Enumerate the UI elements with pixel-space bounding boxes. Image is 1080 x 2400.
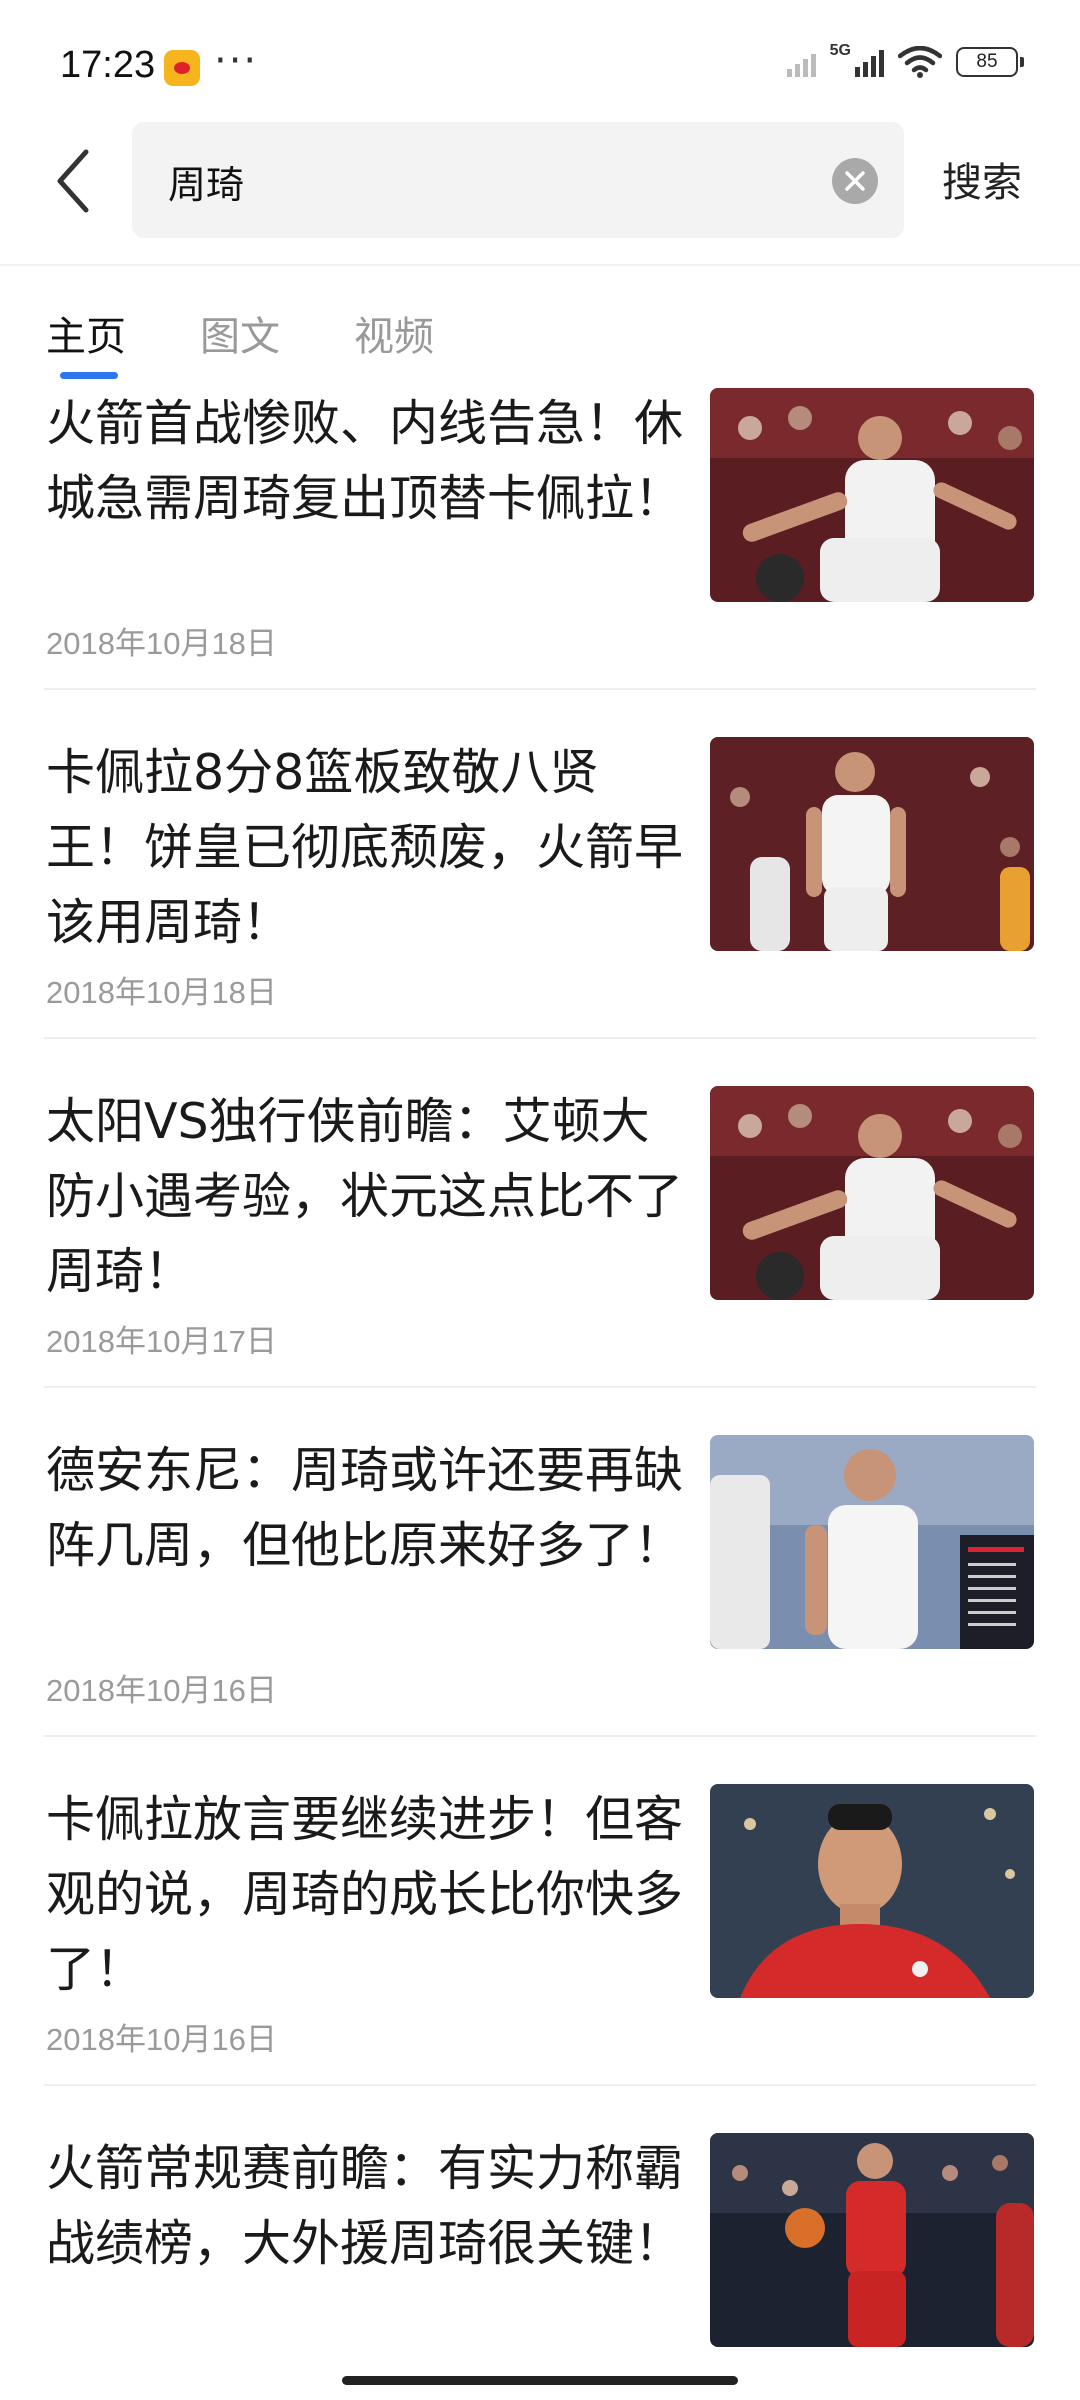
clear-icon [845, 171, 865, 191]
article-title: 德安东尼：周琦或许还要再缺阵几周，但他比原来好多了！ [46, 1442, 684, 1574]
back-arrow-icon [57, 149, 89, 213]
article-divider [44, 1735, 1036, 1737]
article-date: 2018年10月18日 [46, 975, 277, 1010]
article-divider [44, 1386, 1036, 1388]
article-item[interactable]: 火箭首战惨败、内线告急！休城急需周琦复出顶替卡佩拉！ 2018年10月18日 [0, 386, 1080, 736]
status-indicators: 5G 85 [786, 42, 1024, 78]
battery-level: 85 [976, 51, 998, 72]
article-thumbnail [710, 1086, 1034, 1300]
signal-icon [786, 47, 816, 77]
article-item[interactable]: 卡佩拉放言要继续进步！但客观的说，周琦的成长比你快多了！ 2018年10月16日 [0, 1782, 1080, 2132]
article-title: 卡佩拉放言要继续进步！但客观的说，周琦的成长比你快多了！ [46, 1791, 684, 1998]
article-divider [44, 688, 1036, 690]
weibo-icon [164, 50, 200, 86]
wifi-icon [898, 46, 942, 78]
signal-5g-icon [855, 47, 884, 77]
search-input[interactable]: 周琦 [132, 122, 904, 238]
active-tab-indicator [60, 372, 118, 379]
tab-image-text[interactable]: 图文 [200, 304, 280, 362]
article-thumbnail [710, 1784, 1034, 1998]
clear-search-button[interactable] [832, 158, 878, 204]
article-date: 2018年10月18日 [46, 626, 277, 661]
article-title: 卡佩拉8分8篮板致敬八贤王！饼皇已彻底颓废，火箭早该用周琦！ [46, 744, 684, 951]
search-button[interactable]: 搜索 [942, 150, 1022, 208]
search-query: 周琦 [168, 163, 245, 207]
article-item[interactable]: 太阳VS独行侠前瞻：艾顿大防小遇考验，状元这点比不了周琦！ 2018年10月17… [0, 1084, 1080, 1434]
network-type: 5G [829, 42, 851, 59]
article-thumbnail [710, 388, 1034, 602]
more-icon: ··· [214, 38, 259, 84]
article-title: 太阳VS独行侠前瞻：艾顿大防小遇考验，状元这点比不了周琦！ [46, 1093, 684, 1300]
article-date: 2018年10月17日 [46, 1324, 277, 1359]
home-indicator[interactable] [342, 2376, 738, 2385]
article-item[interactable]: 火箭常规赛前瞻：有实力称霸战绩榜，大外援周琦很关键！ [0, 2131, 1080, 2400]
article-item[interactable]: 德安东尼：周琦或许还要再缺阵几周，但他比原来好多了！ 2018年10月16日 [0, 1433, 1080, 1783]
article-date: 2018年10月16日 [46, 1673, 277, 1708]
tab-video[interactable]: 视频 [354, 304, 434, 362]
article-title: 火箭常规赛前瞻：有实力称霸战绩榜，大外援周琦很关键！ [46, 2140, 684, 2272]
status-time: 17:23 [60, 44, 156, 86]
article-divider [44, 1037, 1036, 1039]
tab-bar: 主页 图文 视频 [46, 304, 434, 362]
tab-home[interactable]: 主页 [46, 304, 126, 362]
header-divider [0, 264, 1080, 266]
article-thumbnail [710, 737, 1034, 951]
article-item[interactable]: 卡佩拉8分8篮板致敬八贤王！饼皇已彻底颓废，火箭早该用周琦！ 2018年10月1… [0, 735, 1080, 1085]
article-title: 火箭首战惨败、内线告急！休城急需周琦复出顶替卡佩拉！ [46, 395, 684, 527]
article-date: 2018年10月16日 [46, 2022, 277, 2057]
article-divider [44, 2084, 1036, 2086]
back-button[interactable] [54, 148, 104, 214]
article-thumbnail [710, 2133, 1034, 2347]
article-thumbnail [710, 1435, 1034, 1649]
battery-icon: 85 [956, 47, 1024, 77]
status-bar: 17:23 ··· 5G 85 [0, 0, 1080, 120]
